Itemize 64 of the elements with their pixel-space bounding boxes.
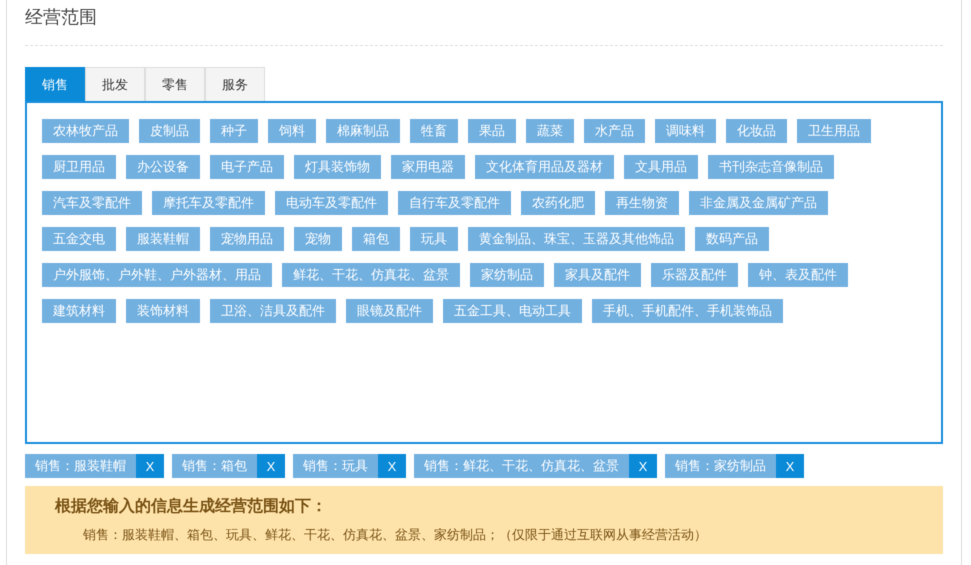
scope-tag[interactable]: 黄金制品、珠宝、玉器及其他饰品 xyxy=(468,227,685,251)
scope-tag[interactable]: 手机、手机配件、手机装饰品 xyxy=(592,299,783,323)
selected-scope-label: 销售：箱包 xyxy=(172,454,257,478)
scope-tag[interactable]: 书刊杂志音像制品 xyxy=(708,155,834,179)
scope-tag[interactable]: 玩具 xyxy=(410,227,458,251)
scope-tag[interactable]: 家纺制品 xyxy=(470,263,544,287)
scope-tag[interactable]: 五金工具、电动工具 xyxy=(443,299,582,323)
scope-tag[interactable]: 五金交电 xyxy=(42,227,116,251)
scope-tag[interactable]: 化妆品 xyxy=(726,119,787,143)
scope-tag[interactable]: 自行车及零配件 xyxy=(398,191,511,215)
scope-tag[interactable]: 蔬菜 xyxy=(526,119,574,143)
remove-button[interactable]: X xyxy=(629,454,657,478)
category-tab[interactable]: 零售 xyxy=(145,67,205,101)
scope-tag[interactable]: 电子产品 xyxy=(210,155,284,179)
scope-tag[interactable]: 再生物资 xyxy=(605,191,679,215)
scope-tag[interactable]: 服装鞋帽 xyxy=(126,227,200,251)
category-tab[interactable]: 批发 xyxy=(85,67,145,101)
scope-tag[interactable]: 皮制品 xyxy=(139,119,200,143)
scope-tag[interactable]: 水产品 xyxy=(584,119,645,143)
selected-scope-label: 销售：家纺制品 xyxy=(665,454,776,478)
scope-tag[interactable]: 数码产品 xyxy=(695,227,769,251)
result-text: 销售：服装鞋帽、箱包、玩具、鲜花、干花、仿真花、盆景、家纺制品；（仅限于通过互联网从事经营活动） xyxy=(82,526,708,544)
selected-scope-label: 销售：服装鞋帽 xyxy=(25,454,136,478)
scope-tag[interactable]: 农林牧产品 xyxy=(42,119,129,143)
scope-tag[interactable]: 灯具装饰物 xyxy=(294,155,381,179)
scope-tag[interactable]: 乐器及配件 xyxy=(651,263,738,287)
scope-tag[interactable]: 卫浴、洁具及配件 xyxy=(210,299,336,323)
scope-tag[interactable]: 农药化肥 xyxy=(521,191,595,215)
scope-tag[interactable]: 眼镜及配件 xyxy=(346,299,433,323)
scope-tag[interactable]: 家用电器 xyxy=(391,155,465,179)
scope-tag[interactable]: 汽车及零配件 xyxy=(42,191,142,215)
scope-tag[interactable]: 装饰材料 xyxy=(126,299,200,323)
scope-tag[interactable]: 文化体育用品及器材 xyxy=(475,155,614,179)
scope-tag[interactable]: 厨卫用品 xyxy=(42,155,116,179)
section-title: 经营范围 xyxy=(25,6,98,29)
selected-scope-label: 销售：鲜花、干花、仿真花、盆景 xyxy=(414,454,629,478)
scope-tag[interactable]: 宠物 xyxy=(294,227,342,251)
scope-tag[interactable]: 鲜花、干花、仿真花、盆景 xyxy=(282,263,460,287)
scope-tag[interactable]: 棉麻制品 xyxy=(326,119,400,143)
remove-button[interactable]: X xyxy=(257,454,285,478)
remove-button[interactable]: X xyxy=(136,454,164,478)
scope-tag[interactable]: 文具用品 xyxy=(624,155,698,179)
scope-tag[interactable]: 宠物用品 xyxy=(210,227,284,251)
selected-scope-label: 销售：玩具 xyxy=(293,454,378,478)
scope-tag[interactable]: 箱包 xyxy=(352,227,400,251)
scope-tag[interactable]: 户外服饰、户外鞋、户外器材、用品 xyxy=(42,263,272,287)
scope-tag[interactable]: 饲料 xyxy=(268,119,316,143)
scope-tag[interactable]: 钟、表及配件 xyxy=(748,263,848,287)
scope-tag[interactable]: 果品 xyxy=(468,119,516,143)
scope-tag[interactable]: 调味料 xyxy=(655,119,716,143)
remove-button[interactable]: X xyxy=(378,454,406,478)
category-tab[interactable]: 销售 xyxy=(25,67,85,101)
scope-tag[interactable]: 办公设备 xyxy=(126,155,200,179)
scope-tag[interactable]: 家具及配件 xyxy=(554,263,641,287)
result-heading: 根据您输入的信息生成经营范围如下： xyxy=(55,496,328,517)
remove-button[interactable]: X xyxy=(776,454,804,478)
category-tab[interactable]: 服务 xyxy=(205,67,265,101)
scope-tag[interactable]: 非金属及金属矿产品 xyxy=(689,191,828,215)
scope-tag[interactable]: 卫生用品 xyxy=(797,119,871,143)
scope-tag[interactable]: 建筑材料 xyxy=(42,299,116,323)
scope-tag[interactable]: 电动车及零配件 xyxy=(275,191,388,215)
scope-tag[interactable]: 牲畜 xyxy=(410,119,458,143)
scope-tag[interactable]: 种子 xyxy=(210,119,258,143)
scope-tag[interactable]: 摩托车及零配件 xyxy=(152,191,265,215)
